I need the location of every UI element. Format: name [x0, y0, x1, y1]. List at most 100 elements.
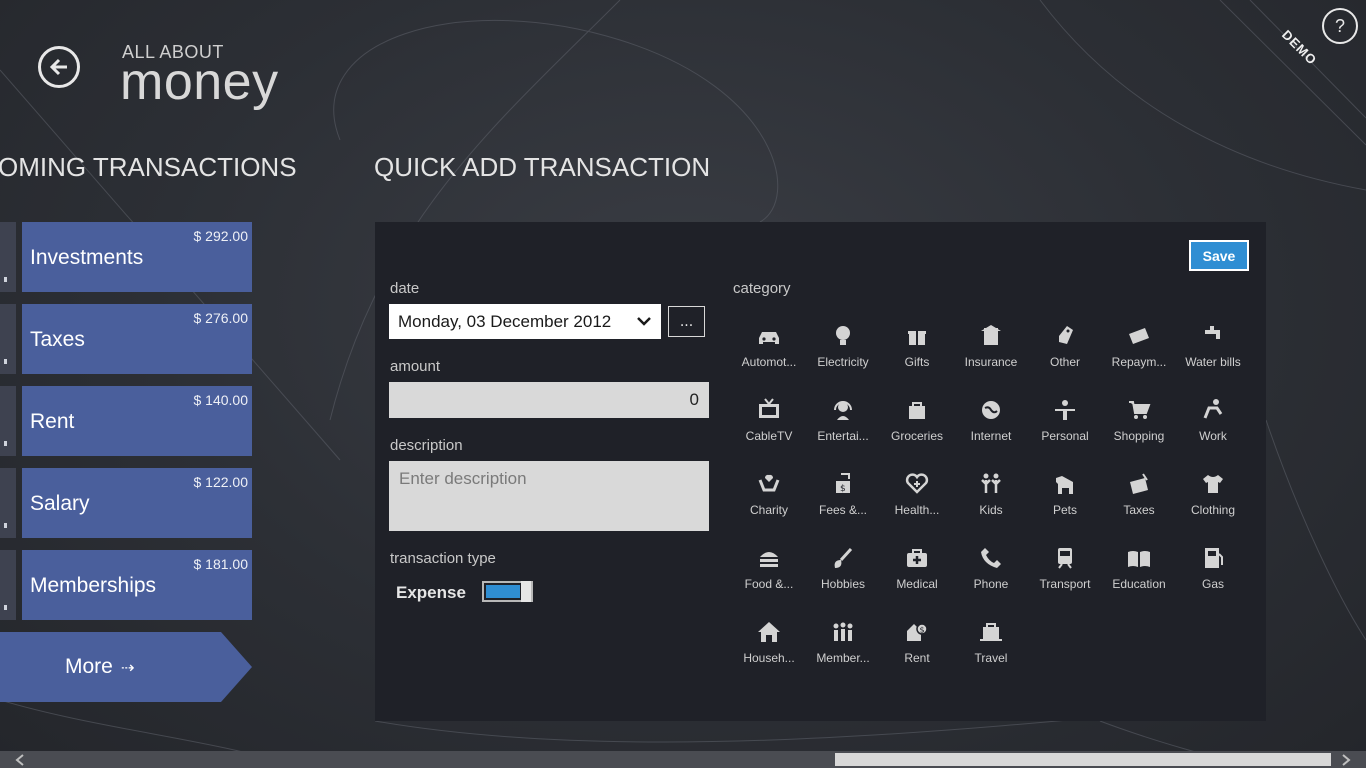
tile-name: Investments: [30, 246, 144, 269]
tile-name: Taxes: [30, 328, 85, 351]
category-internet[interactable]: Internet: [954, 395, 1028, 455]
category-personal[interactable]: Personal: [1028, 395, 1102, 455]
amount-label: amount: [390, 358, 441, 375]
category-medical[interactable]: Medical: [880, 543, 954, 603]
scroll-right-button[interactable]: [1326, 751, 1366, 768]
category-shopping[interactable]: Shopping: [1102, 395, 1176, 455]
category-repaym[interactable]: Repaym...: [1102, 321, 1176, 381]
tile-amount: $ 122.00: [193, 474, 249, 490]
date-picker-button[interactable]: ...: [668, 306, 705, 337]
tile-edge-mark: [4, 441, 7, 446]
quick-add-panel: Save date Monday, 03 December 2012 ... a…: [375, 222, 1266, 721]
fuel-icon: [1198, 543, 1228, 573]
category-cabletv[interactable]: CableTV: [732, 395, 806, 455]
tile-amount: $ 292.00: [193, 228, 249, 244]
help-button[interactable]: ?: [1322, 8, 1358, 44]
category-label-text: Water bills: [1185, 355, 1241, 369]
tile-name: Memberships: [30, 574, 157, 597]
kids-icon: [976, 469, 1006, 499]
tv-icon: [754, 395, 784, 425]
category-work[interactable]: Work: [1176, 395, 1250, 455]
category-label-text: Fees &...: [818, 503, 868, 517]
category-groceries[interactable]: Groceries: [880, 395, 954, 455]
more-button[interactable]: More ⇢: [0, 632, 252, 702]
category-kids[interactable]: Kids: [954, 469, 1028, 529]
transaction-type-toggle[interactable]: [482, 581, 533, 602]
category-label-text: Phone: [973, 577, 1009, 591]
category-taxes[interactable]: Taxes: [1102, 469, 1176, 529]
category-label-text: Work: [1199, 429, 1227, 443]
category-education[interactable]: Education: [1102, 543, 1176, 603]
upcoming-transactions-heading: OMING TRANSACTIONS: [0, 152, 297, 182]
category-label-text: Transport: [1039, 577, 1091, 591]
bag-icon: [902, 395, 932, 425]
category-member[interactable]: Member...: [806, 617, 880, 677]
category-electricity[interactable]: Electricity: [806, 321, 880, 381]
date-select[interactable]: Monday, 03 December 2012: [389, 304, 661, 339]
tag-icon: [1050, 321, 1080, 351]
category-water-bills[interactable]: Water bills: [1176, 321, 1250, 381]
horizontal-scrollbar[interactable]: [0, 751, 1366, 768]
category-clothing[interactable]: Clothing: [1176, 469, 1250, 529]
category-health[interactable]: Health...: [880, 469, 954, 529]
heart-plus-icon: [902, 469, 932, 499]
category-label-text: Gas: [1201, 577, 1224, 591]
category-entertai[interactable]: Entertai...: [806, 395, 880, 455]
upcoming-tile[interactable]: $ 122.00 Salary: [22, 468, 252, 538]
category-other[interactable]: Other: [1028, 321, 1102, 381]
tile-edge-mark: [4, 605, 7, 610]
category-fees[interactable]: $ Fees &...: [806, 469, 880, 529]
category-phone[interactable]: Phone: [954, 543, 1028, 603]
tile-edge: [0, 304, 16, 374]
category-label-text: Rent: [904, 651, 930, 665]
scroll-thumb[interactable]: [835, 753, 1331, 766]
fees-icon: $: [828, 469, 858, 499]
category-charity[interactable]: Charity: [732, 469, 806, 529]
toggle-fill: [486, 585, 520, 598]
upcoming-tile[interactable]: $ 181.00 Memberships: [22, 550, 252, 620]
amount-input[interactable]: [389, 382, 709, 418]
insurance-icon: [976, 321, 1006, 351]
category-label-text: Personal: [1041, 429, 1089, 443]
group-icon: [828, 617, 858, 647]
upcoming-tile[interactable]: $ 140.00 Rent: [22, 386, 252, 456]
bulb-icon: [828, 321, 858, 351]
app-title: money: [120, 53, 279, 111]
category-label-text: Entertai...: [817, 429, 869, 443]
cart-icon: [1124, 395, 1154, 425]
category-travel[interactable]: Travel: [954, 617, 1028, 677]
description-input[interactable]: [389, 461, 709, 531]
category-label-text: Kids: [979, 503, 1003, 517]
category-rent[interactable]: $ Rent: [880, 617, 954, 677]
train-icon: [1050, 543, 1080, 573]
dog-icon: [1050, 469, 1080, 499]
back-button[interactable]: [38, 46, 80, 88]
medkit-icon: [902, 543, 932, 573]
scroll-left-button[interactable]: [0, 751, 40, 768]
save-button[interactable]: Save: [1189, 240, 1249, 271]
phone-icon: [976, 543, 1006, 573]
category-hobbies[interactable]: Hobbies: [806, 543, 880, 603]
gift-icon: [902, 321, 932, 351]
category-label-text: Member...: [816, 651, 870, 665]
category-label-text: Internet: [970, 429, 1012, 443]
category-gas[interactable]: Gas: [1176, 543, 1250, 603]
category-label-text: Charity: [749, 503, 788, 517]
category-gifts[interactable]: Gifts: [880, 321, 954, 381]
category-pets[interactable]: Pets: [1028, 469, 1102, 529]
category-automot[interactable]: Automot...: [732, 321, 806, 381]
book-icon: [1124, 543, 1154, 573]
tile-amount: $ 181.00: [193, 556, 249, 572]
category-househ[interactable]: Househ...: [732, 617, 806, 677]
rent-icon: $: [902, 617, 932, 647]
category-food[interactable]: Food &...: [732, 543, 806, 603]
category-transport[interactable]: Transport: [1028, 543, 1102, 603]
upcoming-tile[interactable]: $ 292.00 Investments: [22, 222, 252, 292]
category-insurance[interactable]: Insurance: [954, 321, 1028, 381]
tile-edge: [0, 468, 16, 538]
quick-add-heading: QUICK ADD TRANSACTION: [374, 152, 711, 182]
brush-icon: [828, 543, 858, 573]
category-label-text: Shopping: [1113, 429, 1165, 443]
house-icon: [754, 617, 784, 647]
upcoming-tile[interactable]: $ 276.00 Taxes: [22, 304, 252, 374]
